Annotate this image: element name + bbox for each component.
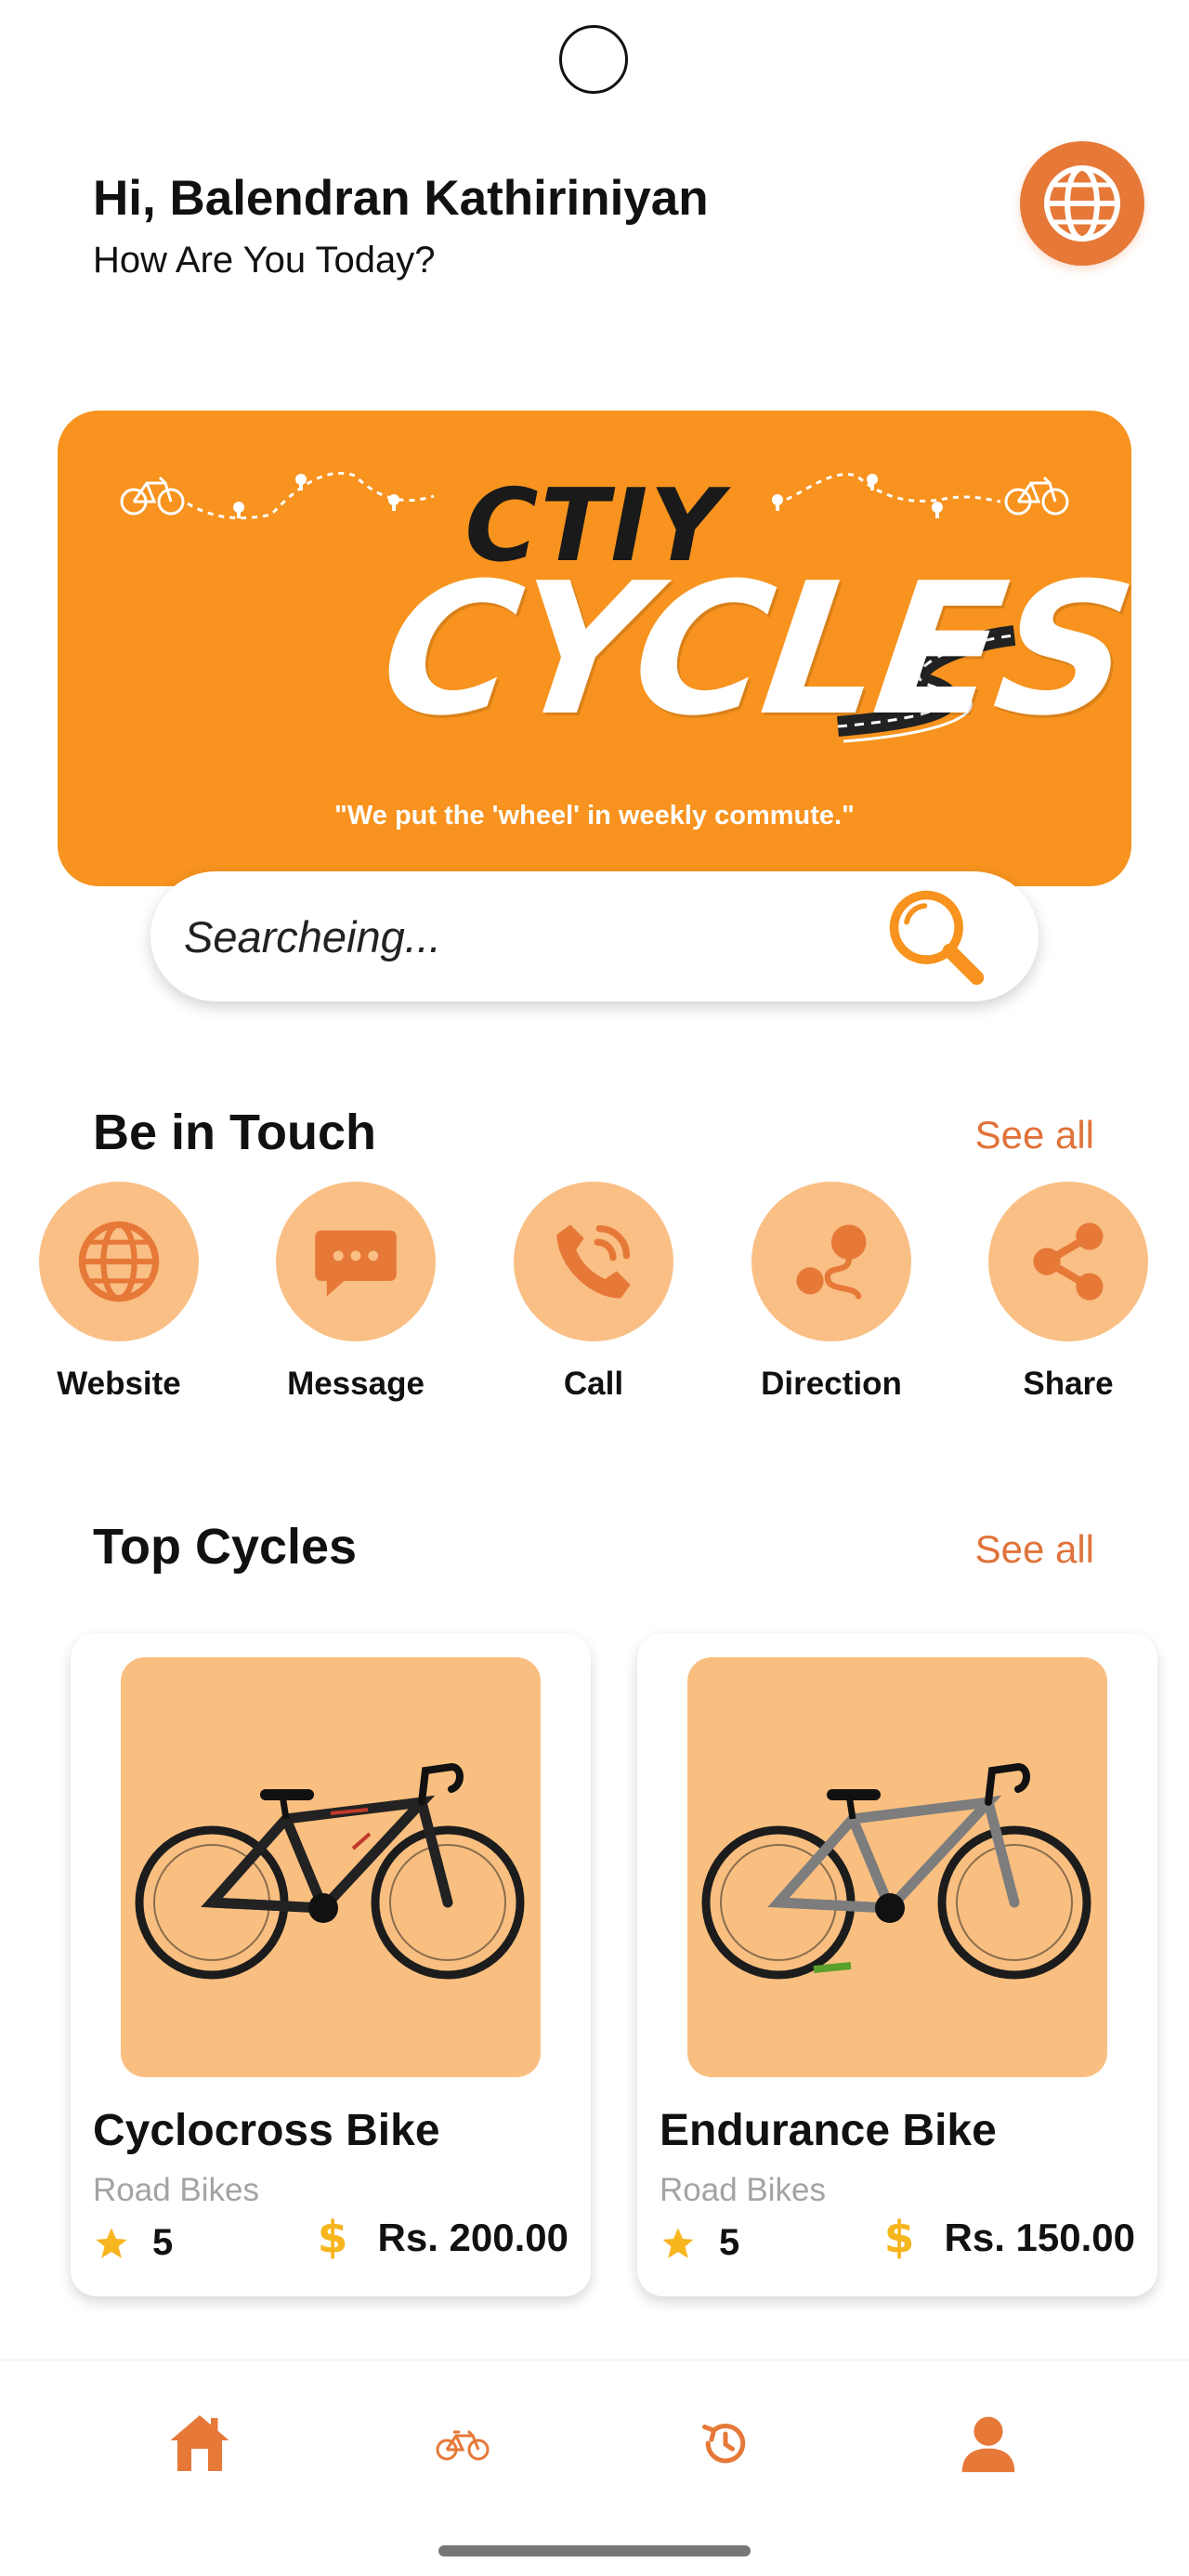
nav-home[interactable]	[158, 2401, 242, 2485]
contact-call-button[interactable]	[514, 1182, 673, 1341]
bicycle-icon	[436, 2429, 490, 2461]
price-value: Rs. 150.00	[944, 2216, 1136, 2259]
top-cycles-see-all-link[interactable]: See all	[975, 1527, 1094, 1572]
product-rating: 5	[93, 2222, 173, 2264]
direction-icon	[796, 1224, 867, 1300]
contact-message-label: Message	[287, 1366, 425, 1402]
search-bar	[150, 871, 1039, 1001]
product-image	[121, 1657, 541, 2077]
contact-share-label: Share	[1023, 1366, 1114, 1402]
product-category: Road Bikes	[660, 2172, 826, 2208]
globe-icon	[1044, 165, 1120, 242]
star-icon	[662, 2227, 694, 2258]
rating-value: 5	[719, 2222, 740, 2263]
be-in-touch-see-all-link[interactable]: See all	[975, 1113, 1094, 1157]
svg-text:$: $	[883, 2215, 914, 2261]
product-category: Road Bikes	[93, 2172, 259, 2208]
home-indicator[interactable]	[438, 2545, 751, 2556]
contact-message[interactable]: Message	[272, 1182, 439, 1403]
contact-website-label: Website	[57, 1366, 181, 1402]
avatar[interactable]	[1020, 141, 1144, 266]
promo-banner[interactable]: CTIY CYCLES "We put the 'wheel' in weekl…	[58, 411, 1131, 886]
contact-call-label: Call	[563, 1366, 624, 1402]
contact-direction[interactable]: Direction	[748, 1182, 915, 1403]
product-image	[687, 1657, 1107, 2077]
contact-share[interactable]: Share	[985, 1182, 1152, 1403]
rating-value: 5	[152, 2222, 174, 2263]
price-value: Rs. 200.00	[377, 2216, 569, 2259]
phone-icon	[556, 1224, 631, 1299]
product-price: $ Rs. 200.00	[315, 2215, 569, 2261]
contact-direction-label: Direction	[761, 1366, 902, 1402]
product-price: $ Rs. 150.00	[882, 2215, 1136, 2261]
message-icon	[315, 1230, 397, 1297]
greeting-title: Hi, Balendran Kathiriniyan	[93, 171, 709, 226]
contact-website-button[interactable]	[39, 1182, 199, 1341]
svg-text:$: $	[317, 2215, 347, 2261]
bottom-nav	[0, 2360, 1189, 2576]
camera-cutout	[559, 25, 628, 94]
nav-history[interactable]	[684, 2401, 767, 2485]
product-name: Cyclocross Bike	[93, 2106, 440, 2155]
nav-profile[interactable]	[947, 2401, 1030, 2485]
be-in-touch-title: Be in Touch	[93, 1105, 376, 1160]
contact-share-button[interactable]	[988, 1182, 1148, 1341]
home-icon	[170, 2415, 229, 2471]
brand-main-text: CYCLES	[369, 544, 1131, 756]
dollar-icon: $	[317, 2215, 347, 2261]
bicycle-illustration	[135, 1762, 525, 1980]
product-rating: 5	[660, 2222, 739, 2264]
product-card[interactable]: Cyclocross Bike Road Bikes 5 $ Rs. 200.0…	[71, 1633, 591, 2296]
contact-website[interactable]: Website	[35, 1182, 203, 1403]
history-icon	[702, 2423, 746, 2464]
globe-icon	[78, 1221, 160, 1302]
profile-icon	[961, 2416, 1015, 2473]
dollar-icon: $	[883, 2215, 914, 2261]
greeting-subtitle: How Are You Today?	[93, 240, 436, 281]
contact-direction-button[interactable]	[751, 1182, 911, 1341]
contact-message-button[interactable]	[276, 1182, 436, 1341]
search-button[interactable]	[875, 879, 996, 994]
product-name: Endurance Bike	[660, 2106, 997, 2155]
bicycle-illustration	[701, 1762, 1091, 1980]
search-input[interactable]	[184, 899, 834, 974]
star-icon	[96, 2227, 127, 2258]
share-icon	[1033, 1223, 1104, 1301]
nav-cycles[interactable]	[421, 2401, 504, 2485]
product-card[interactable]: Endurance Bike Road Bikes 5 $ Rs. 150.00	[637, 1633, 1157, 2296]
contact-call[interactable]: Call	[510, 1182, 677, 1403]
banner-tagline: "We put the 'wheel' in weekly commute."	[334, 801, 855, 830]
search-icon	[889, 890, 985, 986]
top-cycles-title: Top Cycles	[93, 1519, 358, 1575]
